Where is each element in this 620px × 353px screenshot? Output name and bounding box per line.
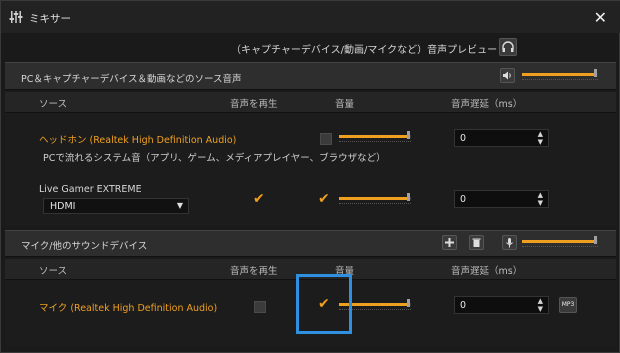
livegamer-delay-input[interactable]: 0 ▲ ▼ xyxy=(454,190,549,208)
mic-mute-button[interactable] xyxy=(502,235,517,250)
source-livegamer-name: Live Gamer EXTREME xyxy=(39,184,142,195)
livegamer-play-check-icon[interactable]: ✔ xyxy=(253,192,265,206)
spin-down-icon[interactable]: ▼ xyxy=(538,305,543,313)
spin-up-icon[interactable]: ▲ xyxy=(538,191,543,199)
column-delay: 音声遅延（ms） xyxy=(451,99,523,110)
capture-section-header: PC＆キャプチャーデバイス＆動画などのソース音声 xyxy=(5,62,616,90)
source-mic-name: マイク (Realtek High Definition Audio) xyxy=(39,303,218,314)
livegamer-volume-check-icon[interactable]: ✔ xyxy=(318,192,330,206)
column-play: 音声を再生 xyxy=(230,266,278,277)
speaker-icon xyxy=(503,71,511,80)
delete-device-button[interactable] xyxy=(469,235,484,250)
livegamer-volume-slider[interactable] xyxy=(339,192,411,206)
mic-delay-value: 0 xyxy=(460,300,467,311)
headphone-volume-checkbox[interactable] xyxy=(320,133,332,145)
source-headphone-desc: PCで流れるシステム音（アプリ、ゲーム、メディアプレイヤー、ブラウザなど） xyxy=(43,153,386,164)
close-icon[interactable]: ✕ xyxy=(594,8,607,27)
capture-section-title: PC＆キャプチャーデバイス＆動画などのソース音声 xyxy=(21,74,242,85)
window-title: ミキサー xyxy=(29,13,71,25)
mute-button[interactable] xyxy=(500,68,515,83)
column-delay: 音声遅延（ms） xyxy=(451,266,523,277)
capture-source-list: ヘッドホン (Realtek High Definition Audio) PC… xyxy=(5,113,616,226)
livegamer-input-dropdown[interactable]: HDMI ▼ xyxy=(43,198,189,214)
headset-icon xyxy=(502,41,514,52)
livegamer-delay-value: 0 xyxy=(460,194,467,205)
column-source: ソース xyxy=(39,266,68,277)
mic-section-title: マイク/他のサウンドデバイス xyxy=(21,241,148,252)
add-device-button[interactable] xyxy=(442,235,457,250)
mp3-button[interactable]: MP3 xyxy=(559,297,577,313)
mixer-icon xyxy=(9,11,23,23)
column-source: ソース xyxy=(39,99,68,110)
headphone-delay-value: 0 xyxy=(460,133,467,144)
livegamer-input-value: HDMI xyxy=(50,201,76,212)
column-volume: 音量 xyxy=(335,99,355,110)
chevron-down-icon: ▼ xyxy=(176,201,183,210)
mic-section-header: マイク/他のサウンドデバイス xyxy=(5,230,616,257)
capture-master-volume-slider[interactable] xyxy=(522,68,598,82)
column-play: 音声を再生 xyxy=(230,99,278,110)
mic-master-volume-slider[interactable] xyxy=(522,235,598,249)
focus-highlight-box xyxy=(296,274,352,334)
headphone-delay-input[interactable]: 0 ▲ ▼ xyxy=(454,129,549,147)
capture-column-headers: ソース 音声を再生 音量 音声遅延（ms） xyxy=(5,92,616,113)
mic-play-checkbox[interactable] xyxy=(254,301,266,313)
audio-preview-label: （キャプチャーデバイス/動画/マイクなど）音声プレビュー xyxy=(231,45,498,56)
spin-down-icon[interactable]: ▼ xyxy=(538,138,543,146)
plus-icon xyxy=(445,238,454,247)
mixer-window: ミキサー ✕ （キャプチャーデバイス/動画/マイクなど）音声プレビュー PC＆キ… xyxy=(0,0,620,353)
spin-up-icon[interactable]: ▲ xyxy=(538,297,543,305)
trash-icon xyxy=(472,238,481,247)
microphone-icon xyxy=(506,238,513,248)
audio-preview-button[interactable] xyxy=(499,38,517,56)
mic-delay-input[interactable]: 0 ▲ ▼ xyxy=(454,296,549,314)
title-bar: ミキサー ✕ xyxy=(1,1,620,33)
spin-down-icon[interactable]: ▼ xyxy=(538,199,543,207)
spin-up-icon[interactable]: ▲ xyxy=(538,130,543,138)
source-headphone-name: ヘッドホン (Realtek High Definition Audio) xyxy=(39,135,237,146)
headphone-volume-slider[interactable] xyxy=(339,130,411,144)
